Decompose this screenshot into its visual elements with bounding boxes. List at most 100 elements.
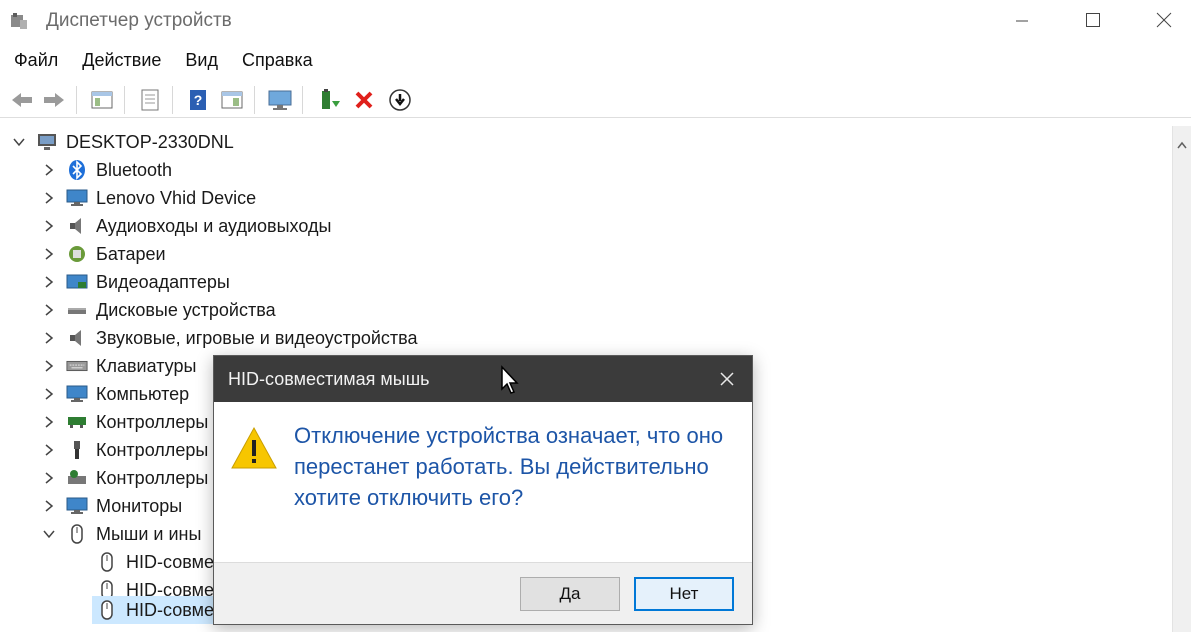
menu-help[interactable]: Справка xyxy=(228,46,323,76)
tree-item[interactable]: Контроллеры xyxy=(42,436,208,464)
tree-child-label: HID-совме xyxy=(126,551,214,572)
vertical-scrollbar[interactable] xyxy=(1172,126,1191,632)
tree-item[interactable]: Bluetooth xyxy=(42,156,172,184)
chevron-right-icon[interactable] xyxy=(42,219,56,233)
toolbar-separator xyxy=(124,86,125,114)
yes-button[interactable]: Да xyxy=(520,577,620,611)
chevron-right-icon[interactable] xyxy=(42,387,56,401)
tree-item[interactable]: Мыши и ины xyxy=(42,520,201,548)
tree-item[interactable]: Lenovo Vhid Device xyxy=(42,184,256,212)
speaker-icon xyxy=(66,327,88,349)
dialog-message: Отключение устройства означает, что оно … xyxy=(294,423,724,510)
dialog-footer: Да Нет xyxy=(214,562,752,624)
chevron-right-icon[interactable] xyxy=(42,191,56,205)
tree-item[interactable]: Дисковые устройства xyxy=(42,296,276,324)
properties-icon[interactable] xyxy=(136,86,164,114)
computer-icon xyxy=(36,131,58,153)
tree-item-label: Контроллеры xyxy=(96,439,209,460)
display-adapter-icon xyxy=(66,271,88,293)
chevron-right-icon[interactable] xyxy=(42,471,56,485)
disk-icon xyxy=(66,299,88,321)
mouse-icon xyxy=(66,523,88,545)
tree-child-item[interactable]: HID-совме xyxy=(96,548,214,576)
view-icon[interactable] xyxy=(218,86,246,114)
confirm-dialog: HID-совместимая мышь Отключение устройст… xyxy=(213,355,753,625)
tree-item-label: Компьютер xyxy=(96,383,190,404)
forward-icon[interactable] xyxy=(40,86,68,114)
tree-item[interactable]: Аудиовходы и аудиовыходы xyxy=(42,212,331,240)
toolbar-separator xyxy=(302,86,303,114)
menu-action[interactable]: Действие xyxy=(68,46,171,76)
dialog-body: Отключение устройства означает, что оно … xyxy=(214,402,752,562)
dialog-title-bar: HID-совместимая мышь xyxy=(214,356,752,402)
monitor-icon[interactable] xyxy=(266,86,294,114)
battery-icon xyxy=(66,243,88,265)
tree-item-label: Клавиатуры xyxy=(96,355,197,376)
chevron-right-icon[interactable] xyxy=(42,275,56,289)
chevron-right-icon[interactable] xyxy=(42,303,56,317)
tree-item-label: Дисковые устройства xyxy=(96,299,276,320)
device-manager-icon xyxy=(10,12,28,30)
toolbar-separator xyxy=(76,86,77,114)
tree-item[interactable]: Видеоадаптеры xyxy=(42,268,230,296)
close-button[interactable] xyxy=(1128,0,1191,40)
chevron-down-icon[interactable] xyxy=(12,135,26,149)
chevron-right-icon[interactable] xyxy=(42,163,56,177)
uninstall-icon[interactable] xyxy=(350,86,378,114)
menu-bar: Файл Действие Вид Справка xyxy=(0,46,323,76)
tree-item-label: Видеоадаптеры xyxy=(96,271,230,292)
chevron-right-icon[interactable] xyxy=(42,443,56,457)
tree-item-label: Мыши и ины xyxy=(96,523,202,544)
title-bar: Диспетчер устройств xyxy=(0,0,1191,42)
show-hide-tree-icon[interactable] xyxy=(88,86,116,114)
menu-view[interactable]: Вид xyxy=(171,46,228,76)
tree-item-label: Bluetooth xyxy=(96,159,173,180)
usb-icon xyxy=(66,439,88,461)
no-button[interactable]: Нет xyxy=(634,577,734,611)
dialog-title: HID-совместимая мышь xyxy=(228,369,430,389)
update-driver-icon[interactable] xyxy=(316,86,344,114)
chevron-right-icon[interactable] xyxy=(42,415,56,429)
toolbar-separator xyxy=(172,86,173,114)
svg-text:?: ? xyxy=(194,92,203,108)
toolbar-separator xyxy=(254,86,255,114)
mouse-icon xyxy=(96,599,118,621)
tree-item[interactable]: Компьютер xyxy=(42,380,189,408)
dialog-close-button[interactable] xyxy=(710,362,744,396)
help-icon[interactable]: ? xyxy=(184,86,212,114)
storage-controller-icon xyxy=(66,467,88,489)
chevron-right-icon[interactable] xyxy=(42,359,56,373)
tree-root-label: DESKTOP-2330DNL xyxy=(66,131,234,152)
chevron-right-icon[interactable] xyxy=(42,499,56,513)
mouse-cursor-icon xyxy=(500,365,520,400)
tree-item[interactable]: Звуковые, игровые и видеоустройства xyxy=(42,324,418,352)
chevron-down-icon[interactable] xyxy=(42,527,56,541)
tree-root[interactable]: DESKTOP-2330DNL xyxy=(12,128,234,156)
tree-item-label: Lenovo Vhid Device xyxy=(96,187,257,208)
minimize-button[interactable] xyxy=(986,0,1058,40)
chevron-right-icon[interactable] xyxy=(42,247,56,261)
tree-item-label: Контроллеры xyxy=(96,411,209,432)
warning-icon xyxy=(230,426,278,475)
tree-item[interactable]: Контроллеры xyxy=(42,464,208,492)
disable-icon[interactable] xyxy=(386,86,414,114)
maximize-button[interactable] xyxy=(1057,0,1129,40)
tree-item-label: Батареи xyxy=(96,243,166,264)
toolbar: ? xyxy=(0,80,1191,118)
tree-item[interactable]: Клавиатуры xyxy=(42,352,196,380)
window-title: Диспетчер устройств xyxy=(46,10,232,31)
menu-file[interactable]: Файл xyxy=(0,46,68,76)
back-icon[interactable] xyxy=(8,86,36,114)
tree-item[interactable]: Контроллеры xyxy=(42,408,208,436)
bluetooth-icon xyxy=(66,159,88,181)
tree-child-item-selected[interactable]: HID-совме xyxy=(92,596,218,624)
computer-icon xyxy=(66,383,88,405)
controller-icon xyxy=(66,411,88,433)
chevron-right-icon[interactable] xyxy=(42,331,56,345)
tree-item-label: Аудиовходы и аудиовыходы xyxy=(96,215,332,236)
scroll-up-icon[interactable] xyxy=(1177,136,1187,154)
mouse-icon xyxy=(96,551,118,573)
tree-item[interactable]: Мониторы xyxy=(42,492,182,520)
tree-item[interactable]: Батареи xyxy=(42,240,166,268)
tree-item-label: Мониторы xyxy=(96,495,183,516)
